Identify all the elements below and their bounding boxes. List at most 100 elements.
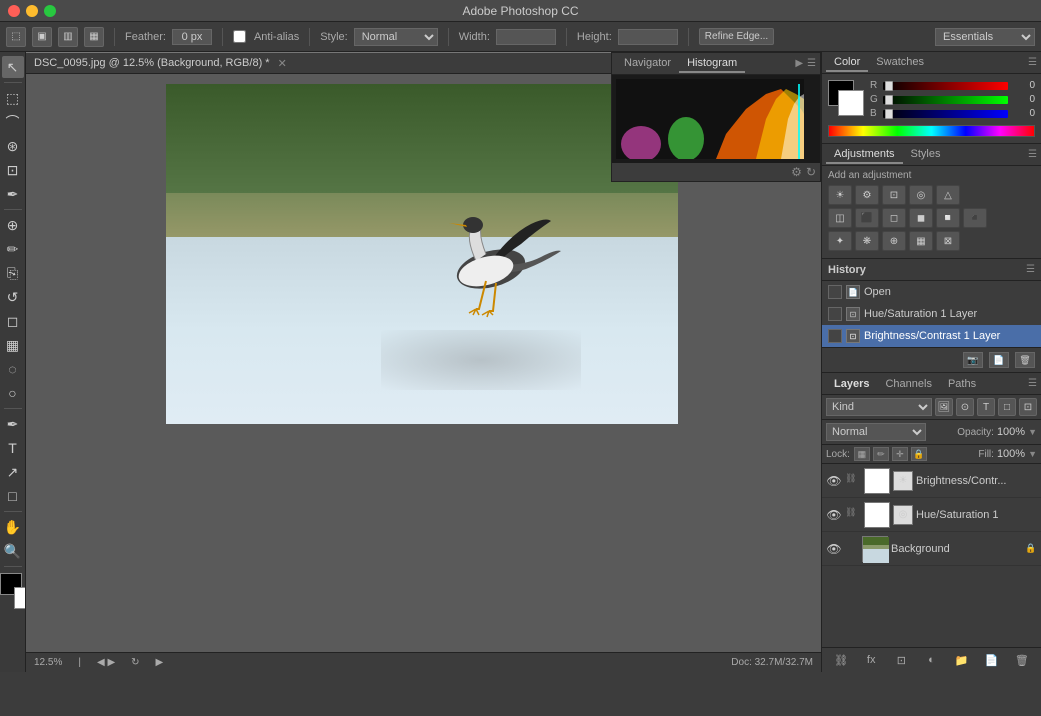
tab-color[interactable]: Color (826, 54, 868, 72)
zoom-tool[interactable]: 🔍 (2, 540, 24, 562)
marquee-tool[interactable]: ⬚ (2, 87, 24, 109)
opacity-value[interactable]: 100% (997, 426, 1025, 438)
move-tool[interactable]: ↖ (2, 56, 24, 78)
lock-image-btn[interactable]: ✏ (873, 447, 889, 461)
tab-swatches[interactable]: Swatches (868, 54, 932, 72)
workspace-select[interactable]: Essentials (935, 28, 1035, 46)
gradient-map-btn[interactable]: ▦ (909, 231, 933, 251)
history-item-open[interactable]: 📄 Open (822, 281, 1041, 303)
fill-chevron[interactable]: ▼ (1028, 449, 1037, 459)
shape-tool[interactable]: □ (2, 485, 24, 507)
crop-tool[interactable]: ⊡ (2, 159, 24, 181)
rotate-btn[interactable]: ↻ (131, 657, 139, 668)
red-slider[interactable] (883, 82, 1008, 90)
history-new-doc-btn[interactable]: 📄 (989, 352, 1009, 368)
brightness-adj-btn[interactable]: ☀ (828, 185, 852, 205)
history-item-hue[interactable]: ⊡ Hue/Saturation 1 Layer (822, 303, 1041, 325)
tab-histogram[interactable]: Histogram (679, 55, 745, 73)
brush-tool[interactable]: ✏ (2, 238, 24, 260)
exposure-adj-btn[interactable]: ◎ (909, 185, 933, 205)
adj-panel-collapse[interactable]: ☰ (1028, 149, 1037, 160)
nav-arrows[interactable]: ◀ ▶ (97, 657, 115, 668)
invert-btn[interactable]: ✦ (828, 231, 852, 251)
layers-panel-menu[interactable]: ☰ (1028, 378, 1037, 389)
tab-channels[interactable]: Channels (877, 376, 939, 392)
lock-all-btn[interactable]: 🔒 (911, 447, 927, 461)
lock-position-btn[interactable]: ✛ (892, 447, 908, 461)
history-snapshot-btn[interactable]: 📷 (963, 352, 983, 368)
feather-input[interactable] (172, 29, 212, 45)
maximize-button[interactable] (44, 5, 56, 17)
marquee-btn2[interactable]: ▥ (58, 27, 78, 47)
green-thumb[interactable] (885, 95, 893, 105)
tab-layers[interactable]: Layers (826, 376, 877, 392)
hand-tool[interactable]: ✋ (2, 516, 24, 538)
add-mask-btn[interactable]: ⊡ (891, 652, 911, 668)
minimize-button[interactable] (26, 5, 38, 17)
curves-adj-btn[interactable]: ⊡ (882, 185, 906, 205)
posterize-btn[interactable]: ❋ (855, 231, 879, 251)
style-select[interactable]: Normal Fixed Ratio Fixed Size (354, 28, 438, 46)
history-panel-menu[interactable]: ☰ (1026, 264, 1035, 275)
history-item-brightness[interactable]: ⊡ Brightness/Contrast 1 Layer (822, 325, 1041, 347)
layer-chain-hue[interactable]: ⛓ (845, 507, 861, 523)
blue-slider[interactable] (883, 110, 1008, 118)
height-input[interactable] (618, 29, 678, 45)
blend-mode-select[interactable]: Normal Multiply Screen Overlay (826, 423, 926, 441)
new-group-btn[interactable]: 📁 (952, 652, 972, 668)
anti-alias-checkbox[interactable] (233, 30, 246, 43)
color-lookup-btn[interactable]: ◾ (963, 208, 987, 228)
tab-navigator[interactable]: Navigator (616, 55, 679, 73)
layer-item-background[interactable]: 👁 Background 🔒 (822, 532, 1041, 566)
quick-select-tool[interactable]: ⊛ (2, 135, 24, 157)
background-color[interactable] (14, 587, 26, 609)
history-brush[interactable]: ↺ (2, 286, 24, 308)
histogram-settings-icon[interactable]: ⚙ (791, 165, 802, 179)
expand-histogram-btn[interactable]: ▶ (795, 58, 803, 69)
lock-transparent-btn[interactable]: ▦ (854, 447, 870, 461)
blue-thumb[interactable] (885, 109, 893, 119)
close-doc-btn[interactable]: ✕ (278, 57, 287, 70)
blur-tool[interactable]: ◌ (2, 358, 24, 380)
red-thumb[interactable] (885, 81, 893, 91)
marquee-btn[interactable]: ▣ (32, 27, 52, 47)
text-tool[interactable]: T (2, 437, 24, 459)
clone-tool[interactable]: ⎘ (2, 262, 24, 284)
eraser-tool[interactable]: ◻ (2, 310, 24, 332)
forward-btn[interactable]: ▶ (156, 657, 164, 668)
pen-tool[interactable]: ✒ (2, 413, 24, 435)
path-select[interactable]: ↗ (2, 461, 24, 483)
selection-tool-options[interactable]: ⬚ (6, 27, 26, 47)
color-bar[interactable] (828, 125, 1035, 137)
bw-adj-btn[interactable]: ◻ (882, 208, 906, 228)
new-fill-adj-btn[interactable]: ◐ (921, 652, 941, 668)
levels-adj-btn[interactable]: ⚙ (855, 185, 879, 205)
layer-chain-brightness[interactable]: ⛓ (845, 473, 861, 489)
channel-mixer-btn[interactable]: ◽ (936, 208, 960, 228)
dodge-tool[interactable]: ○ (2, 382, 24, 404)
fill-value[interactable]: 100% (997, 448, 1025, 460)
filter-smart-btn[interactable]: ⊡ (1019, 398, 1037, 416)
spot-heal-tool[interactable]: ⊕ (2, 214, 24, 236)
eyedropper-tool[interactable]: ✒ (2, 183, 24, 205)
layer-eye-background[interactable]: 👁 (826, 541, 842, 557)
add-style-btn[interactable]: fx (861, 652, 881, 668)
tab-paths[interactable]: Paths (940, 376, 984, 392)
threshold-btn[interactable]: ⊕ (882, 231, 906, 251)
refine-edge-button[interactable]: Refine Edge... (699, 28, 774, 45)
filter-type-btn[interactable]: T (977, 398, 995, 416)
link-layers-btn[interactable]: ⛓ (831, 652, 851, 668)
hsl-adj-btn[interactable]: ◫ (828, 208, 852, 228)
tab-adjustments[interactable]: Adjustments (826, 146, 903, 164)
histogram-refresh-icon[interactable]: ↻ (806, 165, 816, 179)
tab-styles[interactable]: Styles (903, 146, 949, 164)
background-swatch[interactable] (838, 90, 864, 116)
filter-shape-btn[interactable]: □ (998, 398, 1016, 416)
cb-adj-btn[interactable]: ⬛ (855, 208, 879, 228)
lasso-tool[interactable]: ⌒ (2, 111, 24, 133)
filter-adj-btn[interactable]: ⊙ (956, 398, 974, 416)
vibrance-adj-btn[interactable]: △ (936, 185, 960, 205)
delete-layer-btn[interactable]: 🗑 (1012, 652, 1032, 668)
green-slider[interactable] (883, 96, 1008, 104)
marquee-btn3[interactable]: ▦ (84, 27, 104, 47)
